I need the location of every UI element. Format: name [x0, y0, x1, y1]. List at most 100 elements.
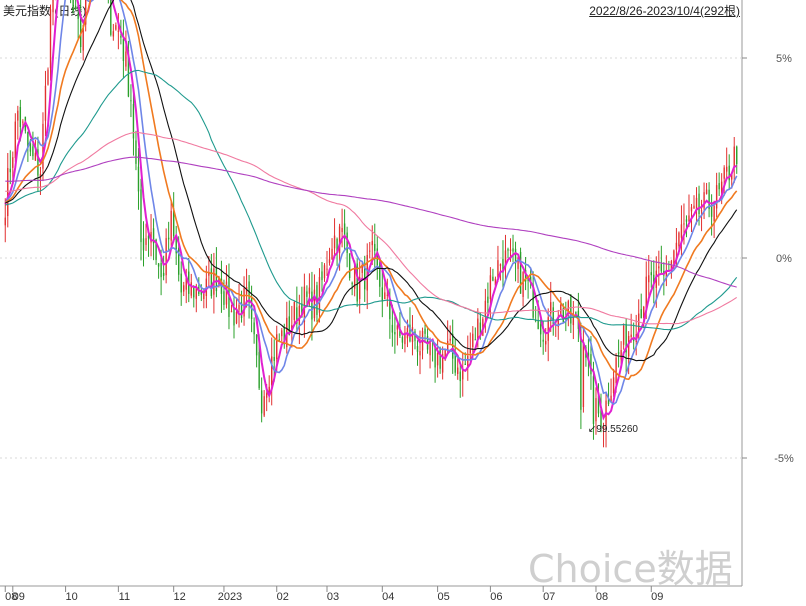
x-tick-label: 08: [596, 591, 608, 603]
candle-body: [632, 339, 635, 341]
candle-body: [638, 313, 640, 332]
candle-body: [333, 235, 336, 249]
candle-body: [537, 319, 539, 329]
candle-body: [713, 205, 715, 222]
candle-body: [170, 210, 172, 241]
candle-body: [580, 333, 582, 410]
candle-body: [49, 9, 52, 69]
candle-body: [74, 5, 77, 10]
candle-body: [492, 276, 494, 281]
candle-body: [346, 232, 348, 253]
candle-body: [160, 262, 162, 278]
candle-body: [321, 271, 323, 281]
candle-body: [658, 266, 660, 269]
candle-body: [238, 304, 240, 310]
x-tick-label: 03: [327, 591, 339, 603]
extreme-value-label: ↙99.55260: [588, 424, 639, 435]
candle-body: [125, 51, 127, 67]
candle-body: [32, 146, 34, 157]
candle-body: [675, 242, 678, 250]
candle-body: [582, 342, 585, 408]
x-tick-label: 2023: [218, 591, 242, 603]
candle-body: [700, 210, 703, 212]
candle-body: [394, 332, 396, 335]
candle-body: [145, 238, 147, 245]
candle-body: [77, 14, 79, 19]
candle-body: [180, 273, 182, 293]
y-tick-label: -5%: [774, 453, 794, 465]
candle-body: [695, 197, 698, 209]
candle-body: [112, 31, 115, 37]
candle-body: [34, 152, 37, 161]
candle-body: [736, 146, 738, 165]
candle-body: [306, 291, 308, 297]
candle-body: [9, 168, 11, 173]
candle-body: [331, 248, 333, 260]
candle-body: [457, 367, 459, 374]
candle-body: [235, 312, 238, 324]
x-tick-label: 06: [490, 591, 502, 603]
candle-body: [474, 339, 477, 341]
candle-body: [14, 121, 17, 159]
candle-body: [592, 376, 595, 424]
candle-body: [446, 340, 449, 351]
candle-body: [542, 339, 544, 342]
candle-body: [265, 393, 268, 398]
candle-body: [137, 166, 140, 192]
candle-body: [293, 302, 296, 320]
candle-body: [318, 277, 321, 313]
candle-body: [341, 227, 343, 233]
dollar-index-chart[interactable]: 5%0%-5% 080910111220230203040506070809 ↖…: [0, 0, 806, 606]
candle-body: [439, 347, 441, 369]
x-tick-label: 11: [119, 591, 130, 603]
candle-body: [683, 223, 685, 225]
candle-body: [622, 325, 625, 345]
candle-body: [7, 168, 9, 217]
candle-body: [678, 232, 680, 247]
candle-body: [560, 304, 562, 315]
candle-body: [142, 238, 145, 251]
candle-body: [255, 335, 258, 356]
candle-body: [130, 100, 132, 102]
candle-body: [725, 166, 728, 172]
candle-body: [690, 207, 693, 212]
candle-body: [685, 219, 688, 222]
candle-body: [424, 328, 426, 334]
candle-body: [183, 285, 185, 292]
candle-body: [693, 205, 695, 209]
candle-body: [326, 268, 328, 270]
candle-body: [522, 272, 524, 297]
y-tick-label: 0%: [776, 253, 792, 265]
candle-body: [384, 292, 386, 300]
candle-body: [311, 291, 313, 320]
candle-body: [487, 296, 489, 303]
candle-body: [419, 351, 421, 356]
candle-body: [472, 333, 474, 347]
candle-body: [72, 0, 74, 12]
candle-body: [436, 352, 439, 366]
candle-body: [489, 275, 492, 300]
candle-body: [122, 38, 125, 61]
candle-body: [230, 311, 233, 313]
candle-body: [19, 106, 22, 127]
candle-body: [698, 193, 700, 214]
candle-body: [44, 85, 47, 121]
candle-body: [705, 189, 708, 194]
candle-body: [323, 265, 326, 279]
candle-body: [190, 282, 192, 296]
candle-body: [612, 377, 615, 393]
candle-body: [263, 396, 265, 416]
candle-body: [276, 334, 278, 360]
candle-body: [545, 341, 547, 345]
candle-body: [449, 338, 451, 341]
candle-body: [374, 243, 376, 251]
candle-body: [260, 390, 263, 414]
candle-body: [4, 217, 6, 226]
candle-body: [401, 337, 404, 343]
candle-body: [115, 25, 117, 30]
candle-body: [640, 309, 642, 319]
candle-body: [434, 346, 436, 368]
candle-body: [454, 353, 456, 373]
candle-body: [660, 264, 663, 272]
candle-body: [630, 334, 632, 338]
